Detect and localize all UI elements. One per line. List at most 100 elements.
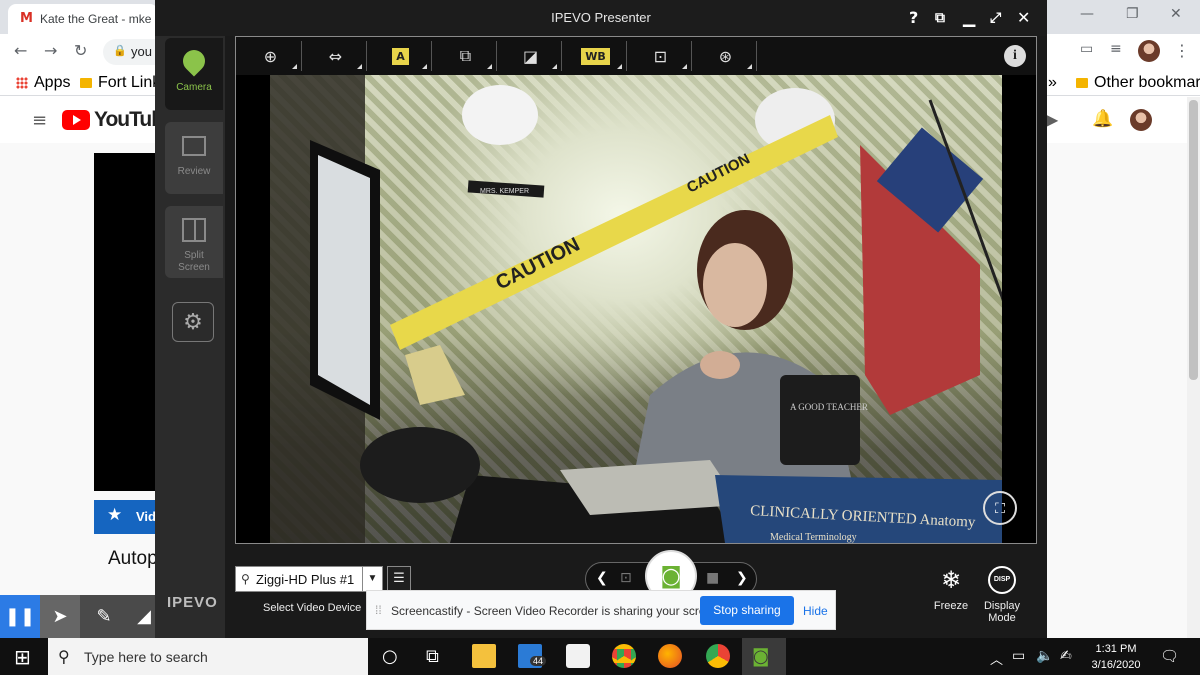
auto-focus-tool[interactable]: A bbox=[370, 41, 432, 71]
apps-grid-icon bbox=[16, 77, 28, 89]
pen-icon[interactable]: ✎ bbox=[84, 595, 124, 638]
window-mode-icon[interactable]: ⧉ bbox=[935, 10, 945, 26]
notification-center-icon[interactable]: 🗨 bbox=[1160, 647, 1179, 665]
firefox-icon[interactable] bbox=[658, 644, 682, 668]
ipevo-app-icon: ◙ bbox=[752, 646, 770, 667]
fullscreen-icon[interactable]: ⤢ bbox=[990, 10, 1001, 26]
zoom-tool[interactable]: ⊕ bbox=[240, 41, 302, 71]
display-mode-control[interactable]: DISP Display Mode bbox=[969, 566, 1035, 624]
youtube-avatar[interactable] bbox=[1130, 109, 1152, 131]
tool-menu-arrow-icon[interactable] bbox=[487, 64, 492, 69]
white-balance-tool[interactable]: WB bbox=[565, 41, 627, 71]
show-hidden-icons[interactable]: ︿ bbox=[990, 649, 1003, 668]
menu-icon[interactable]: ⋮ bbox=[1174, 41, 1190, 60]
resolution-tool-icon: ⧉ bbox=[459, 46, 472, 65]
sidebar-item-camera[interactable]: Camera bbox=[165, 38, 223, 110]
tool-menu-arrow-icon[interactable] bbox=[552, 64, 557, 69]
taskbar-search-box[interactable]: Type here to search bbox=[48, 638, 368, 675]
gmail-icon: M bbox=[20, 11, 33, 26]
bookmark-other[interactable]: Other bookmarks bbox=[1076, 74, 1200, 92]
tool-menu-arrow-icon[interactable] bbox=[292, 64, 297, 69]
folder-icon bbox=[80, 78, 92, 88]
exposure-tool-icon: ◪ bbox=[522, 46, 539, 66]
nameplate-text: MRS. KEMPER bbox=[480, 188, 529, 195]
tool-menu-arrow-icon[interactable] bbox=[357, 64, 362, 69]
rotate-flip-tool[interactable]: ⇔ bbox=[305, 41, 367, 71]
next-arrow-icon[interactable]: ❯ bbox=[736, 570, 748, 586]
store-icon[interactable] bbox=[566, 644, 590, 668]
freeze-button[interactable]: ❄ Freeze bbox=[931, 566, 971, 612]
camera-adjust-icon[interactable]: ☰ bbox=[387, 566, 411, 592]
search-icon: ⚲ bbox=[58, 647, 70, 666]
bookmark-apps[interactable]: Apps bbox=[16, 74, 70, 92]
focus-area-tool[interactable]: ⊡ bbox=[630, 41, 692, 71]
video-player[interactable] bbox=[94, 153, 160, 491]
restore-icon[interactable]: ❐ bbox=[1126, 6, 1139, 22]
file-explorer-icon[interactable] bbox=[472, 644, 496, 668]
youtube-logo-icon[interactable] bbox=[62, 110, 90, 130]
tool-menu-arrow-icon[interactable] bbox=[422, 64, 427, 69]
exposure-tool[interactable]: ◪ bbox=[500, 41, 562, 71]
browser-tab[interactable]: M Kate the Great - mke bbox=[8, 4, 158, 34]
windows-start-icon[interactable]: ⊞ bbox=[14, 645, 31, 669]
forward-icon[interactable]: → bbox=[44, 41, 57, 60]
pen-workspace-icon[interactable]: ✍ bbox=[1060, 648, 1072, 664]
sidebar-item-split-screen[interactable]: Split Screen bbox=[165, 206, 223, 278]
cast-icon[interactable]: ▭ bbox=[1080, 41, 1093, 57]
reload-icon[interactable]: ↻ bbox=[74, 41, 87, 60]
focus-frame-icon[interactable]: ⛶ bbox=[983, 491, 1017, 525]
tool-menu-arrow-icon[interactable] bbox=[747, 64, 752, 69]
drag-handle-icon[interactable]: ⁞⁞ bbox=[375, 603, 382, 617]
video-device-select[interactable]: ⚲ Ziggi-HD Plus #1 ▼ bbox=[235, 566, 383, 592]
cortana-icon[interactable]: ○ bbox=[382, 646, 398, 667]
volume-icon[interactable]: 🔈 bbox=[1036, 648, 1053, 664]
white-balance-tool-icon: WB bbox=[581, 47, 610, 65]
help-icon[interactable]: ? bbox=[909, 8, 918, 27]
scrollbar-thumb[interactable] bbox=[1189, 100, 1198, 380]
video-info-bar[interactable]: Vid bbox=[94, 500, 160, 534]
minimize-icon[interactable]: ▁ bbox=[963, 8, 975, 27]
clock-time: 1:31 PM bbox=[1095, 643, 1137, 655]
video-record-icon[interactable]: ■ bbox=[706, 570, 719, 586]
tool-menu-arrow-icon[interactable] bbox=[617, 64, 622, 69]
media-icon[interactable]: ≡ bbox=[1110, 41, 1122, 57]
minimize-icon[interactable]: — bbox=[1080, 6, 1094, 22]
camera-viewport[interactable]: CAUTION CAUTION MRS. KEMPER A GOOD TEACH… bbox=[235, 36, 1037, 544]
pause-icon[interactable]: ❚❚ bbox=[0, 595, 40, 638]
close-icon[interactable]: ✕ bbox=[1170, 6, 1182, 22]
taskbar-clock[interactable]: 1:31 PM 3/16/2020 bbox=[1086, 641, 1146, 673]
sidebar-item-review[interactable]: Review bbox=[165, 122, 223, 194]
sidebar-label: Camera bbox=[176, 82, 212, 93]
dropdown-arrow-icon[interactable]: ▼ bbox=[362, 567, 382, 591]
profile-avatar[interactable] bbox=[1138, 40, 1160, 62]
ipevo-logo: IPEVO bbox=[167, 594, 218, 611]
hide-button[interactable]: Hide bbox=[803, 604, 828, 618]
tool-menu-arrow-icon[interactable] bbox=[682, 64, 687, 69]
chrome-profile-icon[interactable] bbox=[706, 644, 730, 668]
device-name: Ziggi-HD Plus #1 bbox=[256, 572, 355, 587]
close-icon[interactable]: ✕ bbox=[1017, 8, 1030, 27]
info-icon[interactable]: i bbox=[1004, 45, 1026, 67]
address-bar[interactable]: 🔒 you bbox=[103, 39, 163, 65]
tab-title: Kate the Great - mke bbox=[40, 12, 152, 26]
task-view-icon[interactable]: ⧉ bbox=[426, 646, 439, 667]
focus-area-tool-icon: ⊡ bbox=[653, 46, 668, 66]
video-title[interactable]: Autop bbox=[108, 548, 158, 570]
prev-arrow-icon[interactable]: ❮ bbox=[596, 570, 608, 586]
select-device-label: Select Video Device bbox=[263, 602, 362, 614]
cursor-icon[interactable]: ➤ bbox=[40, 595, 80, 638]
color-effects-tool[interactable]: ⊛ bbox=[695, 41, 757, 71]
video-info-text: Vid bbox=[136, 509, 156, 524]
snapshot-mode-icon[interactable]: ⊡ bbox=[620, 570, 632, 586]
network-icon[interactable]: ▭ bbox=[1012, 648, 1025, 664]
stop-sharing-button[interactable]: Stop sharing bbox=[700, 596, 794, 625]
settings-gear-icon[interactable]: ⚙ bbox=[172, 302, 214, 342]
notifications-bell-icon[interactable]: 🔔 bbox=[1092, 109, 1113, 129]
chrome-icon[interactable] bbox=[612, 644, 636, 668]
resolution-tool[interactable]: ⧉ bbox=[435, 41, 497, 71]
back-icon[interactable]: ← bbox=[14, 41, 27, 60]
bookmarks-overflow-chevron[interactable]: » bbox=[1048, 74, 1057, 92]
hamburger-icon[interactable]: ≡ bbox=[32, 110, 47, 131]
color-effects-tool-icon: ⊛ bbox=[718, 46, 733, 66]
create-video-icon[interactable]: ▶ bbox=[1046, 110, 1058, 129]
